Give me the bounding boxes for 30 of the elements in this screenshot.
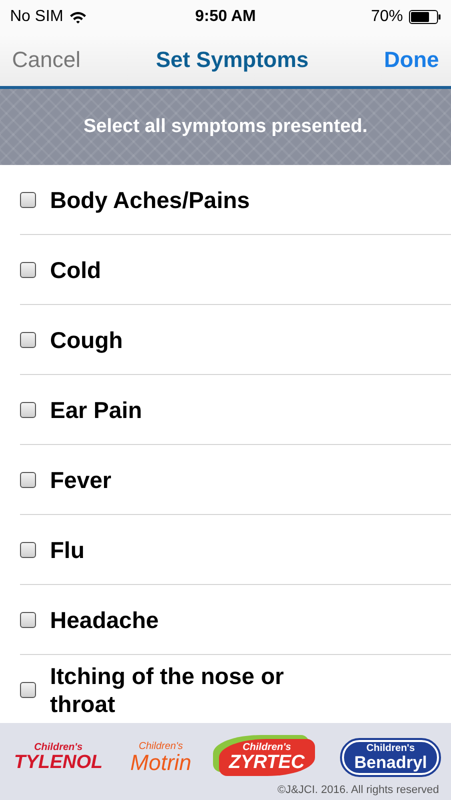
brand-logo: Children's Motrin (130, 742, 192, 774)
checkbox[interactable] (20, 472, 36, 488)
cancel-button[interactable]: Cancel (12, 47, 80, 73)
brand-logo: Children's ZYRTEC (218, 739, 315, 776)
instruction-text: Select all symptoms presented. (83, 116, 368, 138)
done-button[interactable]: Done (384, 47, 439, 73)
symptom-label[interactable]: Ear Pain (50, 396, 142, 424)
symptom-label[interactable]: Cold (50, 256, 102, 284)
clock-text: 9:50 AM (195, 8, 256, 26)
battery-percent: 70% (370, 8, 403, 26)
symptom-label[interactable]: Headache (50, 606, 159, 634)
copyright-text: ©J&JCI. 2016. All rights reserved (277, 784, 439, 796)
symptom-label[interactable]: Itching of the nose or throat (50, 662, 340, 718)
checkbox[interactable] (20, 332, 36, 348)
symptom-label[interactable]: Body Aches/Pains (50, 186, 250, 214)
checkbox[interactable] (20, 262, 36, 278)
battery-icon (408, 10, 441, 24)
checkbox[interactable] (20, 542, 36, 558)
screen-title: Set Symptoms (156, 47, 309, 73)
checkbox[interactable] (20, 192, 36, 208)
carrier-text: No SIM (10, 8, 64, 26)
checkbox[interactable] (20, 612, 36, 628)
brand-logo: Children's Benadryl (342, 740, 439, 775)
symptom-label[interactable]: Cough (50, 326, 123, 354)
checkbox[interactable] (20, 402, 36, 418)
wifi-icon (69, 10, 88, 24)
brand-logo: Children's TYLENOL (14, 743, 103, 772)
checkbox[interactable] (20, 682, 36, 698)
symptom-label[interactable]: Fever (50, 466, 112, 494)
symptom-label[interactable]: Flu (50, 536, 84, 564)
